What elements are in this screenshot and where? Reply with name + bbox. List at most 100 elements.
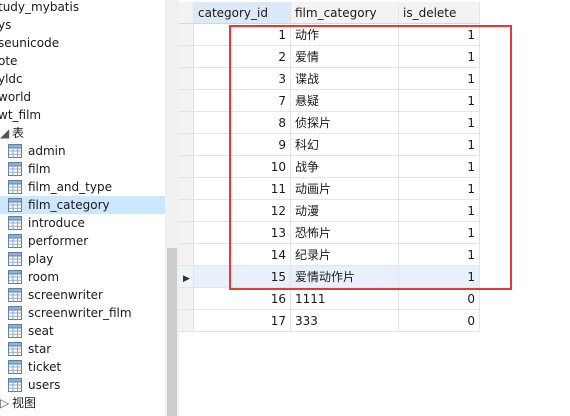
tree-item-label: room	[28, 270, 60, 284]
tree-item-table-seat[interactable]: seat	[0, 322, 54, 340]
tree-item-database[interactable]: tudy_mybatis	[0, 0, 79, 16]
tree-item-table-play[interactable]: play	[0, 250, 53, 268]
tree-scrollbar-thumb[interactable]	[167, 248, 177, 416]
cell-category-id[interactable]: 1	[194, 24, 291, 46]
tree-item-database[interactable]: wt_film	[0, 106, 41, 124]
row-selector[interactable]	[179, 288, 194, 310]
table-icon	[8, 360, 22, 374]
cell-category-id[interactable]: 12	[194, 200, 291, 222]
cell-is-delete[interactable]: 1	[399, 244, 480, 266]
tree-item-table-star[interactable]: star	[0, 340, 51, 358]
tree-item-database[interactable]: ote	[0, 52, 17, 70]
row-selector[interactable]	[179, 200, 194, 222]
tree-item-label: tudy_mybatis	[0, 0, 80, 14]
table-icon	[8, 162, 22, 176]
table-icon	[8, 288, 22, 302]
object-tree[interactable]: tudy_mybatisys seunicode ote yldc world wt_fi…	[0, 0, 166, 416]
row-selector[interactable]	[179, 156, 194, 178]
cell-is-delete[interactable]: 1	[399, 46, 480, 68]
column-header-category-id[interactable]: category_id	[194, 2, 291, 24]
tree-item-table-admin[interactable]: admin	[0, 142, 66, 160]
cell-is-delete[interactable]: 1	[399, 134, 480, 156]
tree-item-database[interactable]: yldc	[0, 70, 23, 88]
tree-item-database[interactable]: seunicode	[0, 34, 59, 52]
cell-film-category[interactable]: 动画片	[291, 178, 399, 200]
cell-is-delete[interactable]: 1	[399, 156, 480, 178]
cell-film-category[interactable]: 悬疑	[291, 90, 399, 112]
tree-item-table-introduce[interactable]: introduce	[0, 214, 85, 232]
cell-film-category[interactable]: 爱情	[291, 46, 399, 68]
cell-film-category[interactable]: 333	[291, 310, 399, 332]
cell-film-category[interactable]: 科幻	[291, 134, 399, 156]
tree-item-table-screenwriter-film[interactable]: screenwriter_film	[0, 304, 132, 322]
row-selector[interactable]	[179, 24, 194, 46]
cell-category-id[interactable]: 15	[194, 266, 291, 288]
row-selector[interactable]	[179, 222, 194, 244]
cell-film-category[interactable]: 动作	[291, 24, 399, 46]
cell-is-delete[interactable]: 0	[399, 310, 480, 332]
row-selector[interactable]	[179, 310, 194, 332]
tree-item-table-film-category[interactable]: film_category	[0, 196, 165, 214]
cell-is-delete[interactable]: 1	[399, 112, 480, 134]
view-folder-icon: ▷	[0, 396, 10, 410]
cell-film-category[interactable]: 战争	[291, 156, 399, 178]
tree-folder-tables[interactable]: ◢ 表	[0, 124, 24, 142]
tree-item-label: admin	[28, 144, 66, 158]
tree-scrollbar[interactable]	[165, 0, 179, 416]
column-header-is-delete[interactable]: is_delete	[399, 2, 480, 24]
table-icon	[8, 198, 22, 212]
cell-is-delete[interactable]: 1	[399, 222, 480, 244]
tree-item-table-users[interactable]: users	[0, 376, 60, 394]
cell-is-delete[interactable]: 1	[399, 266, 480, 288]
cell-category-id[interactable]: 16	[194, 288, 291, 310]
tree-item-database[interactable]: ys	[0, 16, 11, 34]
cell-film-category[interactable]: 爱情动作片	[291, 266, 399, 288]
row-selector[interactable]	[179, 112, 194, 134]
cell-is-delete[interactable]: 1	[399, 200, 480, 222]
cell-category-id[interactable]: 10	[194, 156, 291, 178]
cell-category-id[interactable]: 17	[194, 310, 291, 332]
cell-film-category[interactable]: 侦探片	[291, 112, 399, 134]
table-folder-icon: ◢	[0, 126, 10, 140]
cell-category-id[interactable]: 14	[194, 244, 291, 266]
tree-item-table-film[interactable]: film	[0, 160, 51, 178]
cell-film-category[interactable]: 1111	[291, 288, 399, 310]
cell-is-delete[interactable]: 1	[399, 24, 480, 46]
row-selector[interactable]	[179, 178, 194, 200]
tree-item-table-screenwriter[interactable]: screenwriter	[0, 286, 103, 304]
tree-item-table-performer[interactable]: performer	[0, 232, 88, 250]
cell-film-category[interactable]: 谍战	[291, 68, 399, 90]
tree-folder-views[interactable]: ▷ 视图	[0, 394, 36, 412]
cell-is-delete[interactable]: 0	[399, 288, 480, 310]
cell-film-category[interactable]: 动漫	[291, 200, 399, 222]
cell-category-id[interactable]: 2	[194, 46, 291, 68]
row-selector[interactable]	[179, 134, 194, 156]
tree-item-label: ys	[0, 18, 12, 32]
column-header-film-category[interactable]: film_category	[291, 2, 399, 24]
table-icon	[8, 342, 22, 356]
cell-category-id[interactable]: 13	[194, 222, 291, 244]
tree-item-label: play	[28, 252, 54, 266]
cell-is-delete[interactable]: 1	[399, 178, 480, 200]
tree-item-label: seunicode	[0, 36, 60, 50]
data-grid[interactable]: category_id film_category is_delete 1 动作 1 2 爱情…	[179, 0, 570, 416]
tree-item-table-room[interactable]: room	[0, 268, 59, 286]
table-icon	[8, 324, 22, 338]
cell-category-id[interactable]: 9	[194, 134, 291, 156]
row-selector[interactable]: ▶	[179, 266, 194, 288]
cell-category-id[interactable]: 7	[194, 90, 291, 112]
cell-is-delete[interactable]: 1	[399, 68, 480, 90]
cell-category-id[interactable]: 11	[194, 178, 291, 200]
row-selector[interactable]	[179, 46, 194, 68]
cell-is-delete[interactable]: 1	[399, 90, 480, 112]
row-selector[interactable]	[179, 244, 194, 266]
cell-category-id[interactable]: 8	[194, 112, 291, 134]
tree-item-database[interactable]: world	[0, 88, 31, 106]
tree-item-table-film-and-type[interactable]: film_and_type	[0, 178, 112, 196]
row-selector[interactable]	[179, 90, 194, 112]
row-selector[interactable]	[179, 68, 194, 90]
tree-item-table-ticket[interactable]: ticket	[0, 358, 61, 376]
cell-film-category[interactable]: 恐怖片	[291, 222, 399, 244]
cell-film-category[interactable]: 纪录片	[291, 244, 399, 266]
cell-category-id[interactable]: 3	[194, 68, 291, 90]
